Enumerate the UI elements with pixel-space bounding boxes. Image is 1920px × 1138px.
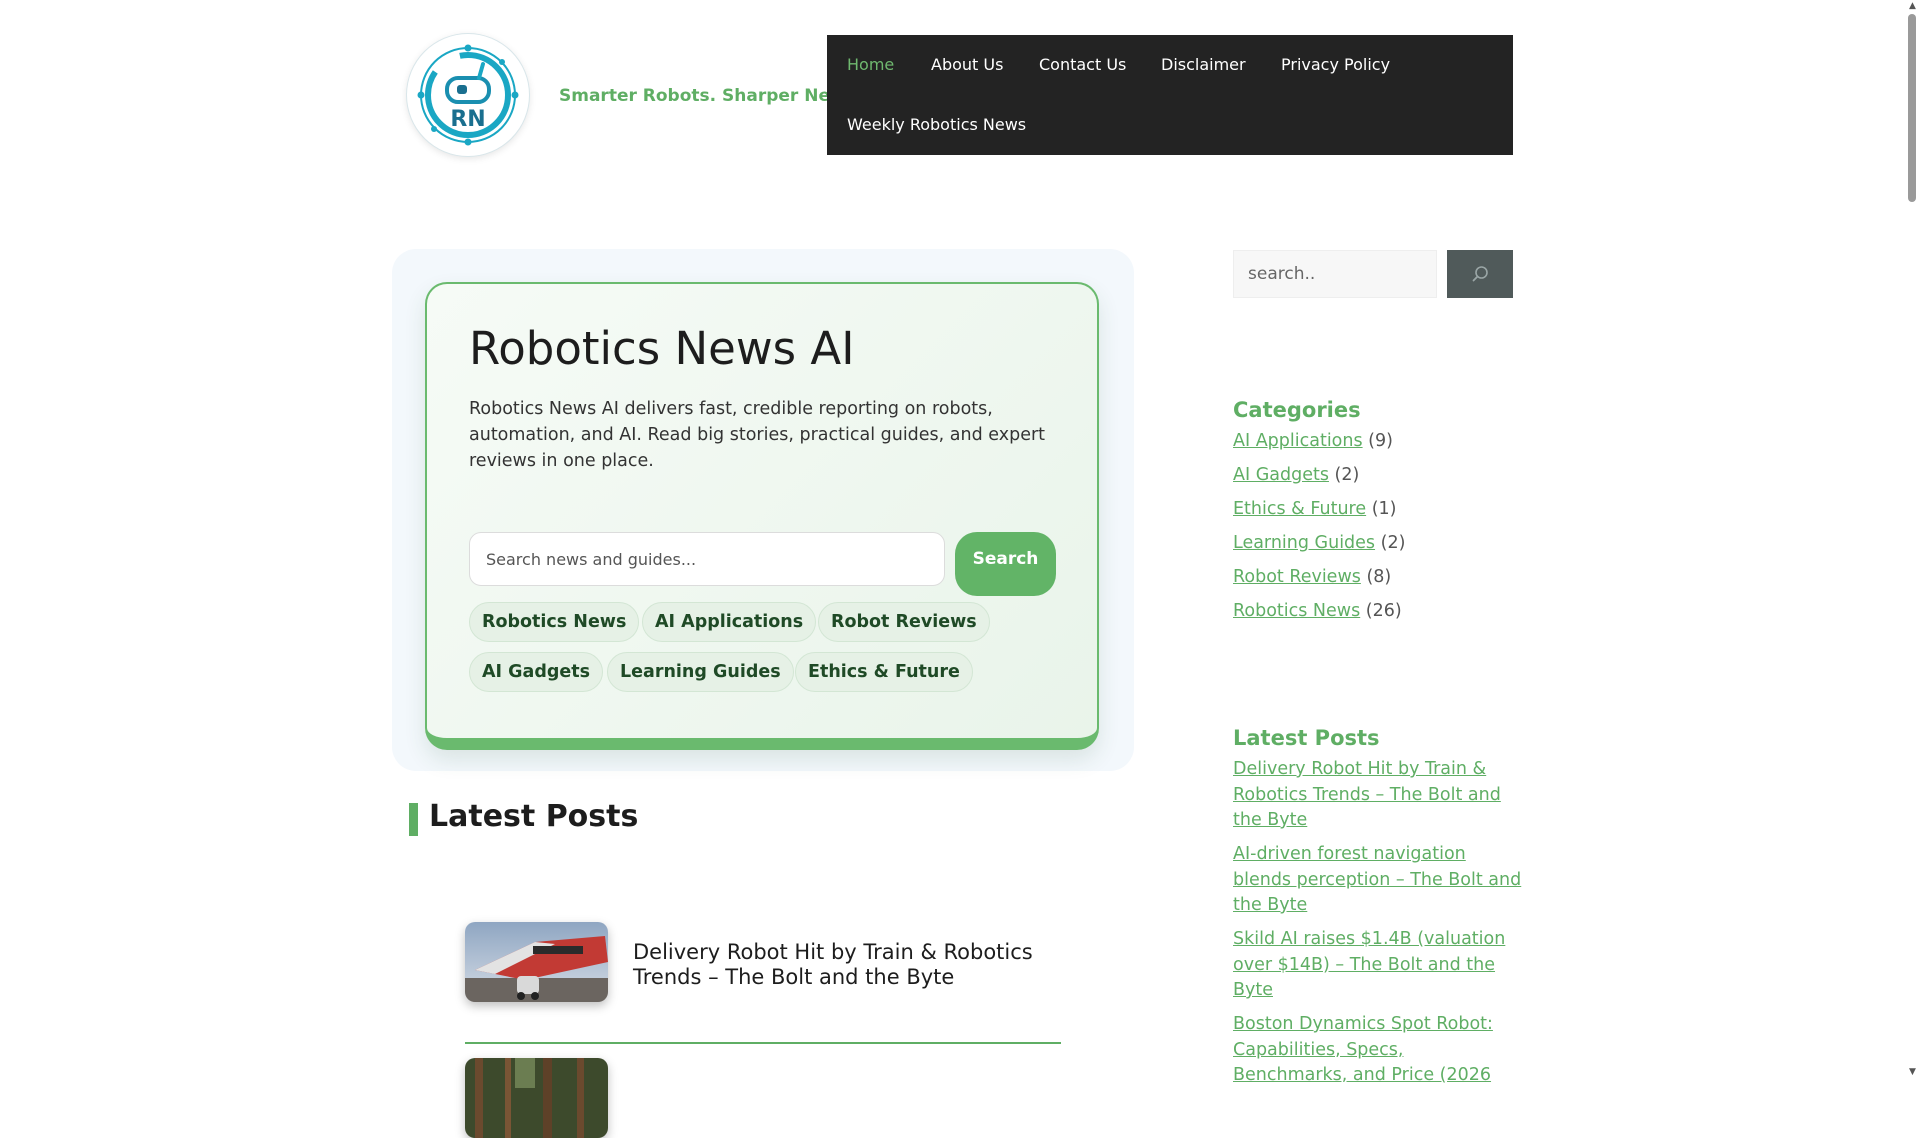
category-item: Learning Guides (2) — [1233, 533, 1405, 553]
site-tagline: Smarter Robots. Sharper News. — [559, 86, 863, 106]
site-logo[interactable]: RN — [407, 34, 529, 156]
sidebar-post-link[interactable]: Boston Dynamics Spot Robot: Capabilities… — [1233, 1012, 1523, 1089]
search-icon — [1472, 266, 1488, 282]
nav-home[interactable]: Home — [847, 55, 894, 74]
chip-learning-guides[interactable]: Learning Guides — [607, 652, 794, 692]
category-item: Robot Reviews (8) — [1233, 567, 1391, 587]
nav-privacy-policy[interactable]: Privacy Policy — [1281, 55, 1390, 74]
sidebar-search-button[interactable] — [1447, 250, 1513, 298]
category-link[interactable]: Robot Reviews — [1233, 567, 1361, 587]
latest-posts-heading: Latest Posts — [429, 799, 639, 834]
category-count: (26) — [1365, 601, 1402, 621]
nav-weekly-robotics-news[interactable]: Weekly Robotics News — [847, 115, 1026, 134]
chip-ethics-future[interactable]: Ethics & Future — [795, 652, 973, 692]
hero-description: Robotics News AI delivers fast, credible… — [469, 399, 1046, 471]
post-thumbnail[interactable] — [465, 922, 608, 1002]
post-thumbnail[interactable] — [465, 1058, 608, 1138]
category-link[interactable]: AI Applications — [1233, 431, 1363, 451]
sidebar-post-link[interactable]: AI-driven forest navigation blends perce… — [1233, 842, 1523, 919]
category-item: Robotics News (26) — [1233, 601, 1402, 621]
category-link[interactable]: Ethics & Future — [1233, 499, 1366, 519]
category-item: AI Applications (9) — [1233, 431, 1393, 451]
main-navigation: Home About Us Contact Us Disclaimer Priv… — [827, 35, 1513, 155]
nav-about-us[interactable]: About Us — [931, 55, 1003, 74]
hero-search-button[interactable]: Search — [955, 532, 1056, 596]
nav-contact-us[interactable]: Contact Us — [1039, 55, 1126, 74]
sidebar-latest-posts-heading: Latest Posts — [1233, 726, 1380, 750]
category-item: AI Gadgets (2) — [1233, 465, 1359, 485]
scroll-up-arrow-icon[interactable]: ▲ — [1908, 2, 1917, 11]
category-link[interactable]: Robotics News — [1233, 601, 1360, 621]
nav-disclaimer[interactable]: Disclaimer — [1161, 55, 1246, 74]
sidebar-post-link[interactable]: Delivery Robot Hit by Train & Robotics T… — [1233, 757, 1523, 834]
svg-text:RN: RN — [450, 107, 485, 132]
category-count: (2) — [1334, 465, 1360, 485]
category-count: (9) — [1368, 431, 1393, 451]
category-count: (8) — [1366, 567, 1392, 587]
forest-image-icon — [465, 1058, 608, 1138]
scrollbar-thumb[interactable] — [1908, 14, 1916, 202]
post-title-link[interactable]: Delivery Robot Hit by Train & Robotics T… — [633, 940, 1053, 990]
category-link[interactable]: Learning Guides — [1233, 533, 1375, 553]
category-count: (1) — [1371, 499, 1397, 519]
post-divider — [465, 1042, 1061, 1044]
scroll-down-arrow-icon[interactable]: ▼ — [1908, 1068, 1917, 1077]
hero-title: Robotics News AI — [469, 322, 855, 375]
chip-robot-reviews[interactable]: Robot Reviews — [818, 602, 990, 642]
sidebar-search-input[interactable] — [1233, 250, 1437, 298]
train-image-icon — [465, 922, 608, 1002]
chip-robotics-news[interactable]: Robotics News — [469, 602, 640, 642]
hero-search-input[interactable] — [469, 532, 945, 586]
category-count: (2) — [1380, 533, 1406, 553]
sidebar-post-link[interactable]: Skild AI raises $1.4B (valuation over $1… — [1233, 927, 1523, 1004]
heading-accent-bar — [409, 803, 418, 836]
category-item: Ethics & Future (1) — [1233, 499, 1397, 519]
chip-ai-gadgets[interactable]: AI Gadgets — [469, 652, 604, 692]
category-link[interactable]: AI Gadgets — [1233, 465, 1329, 485]
categories-heading: Categories — [1233, 398, 1361, 422]
robot-logo-icon: RN — [417, 44, 519, 146]
chip-ai-applications[interactable]: AI Applications — [642, 602, 817, 642]
